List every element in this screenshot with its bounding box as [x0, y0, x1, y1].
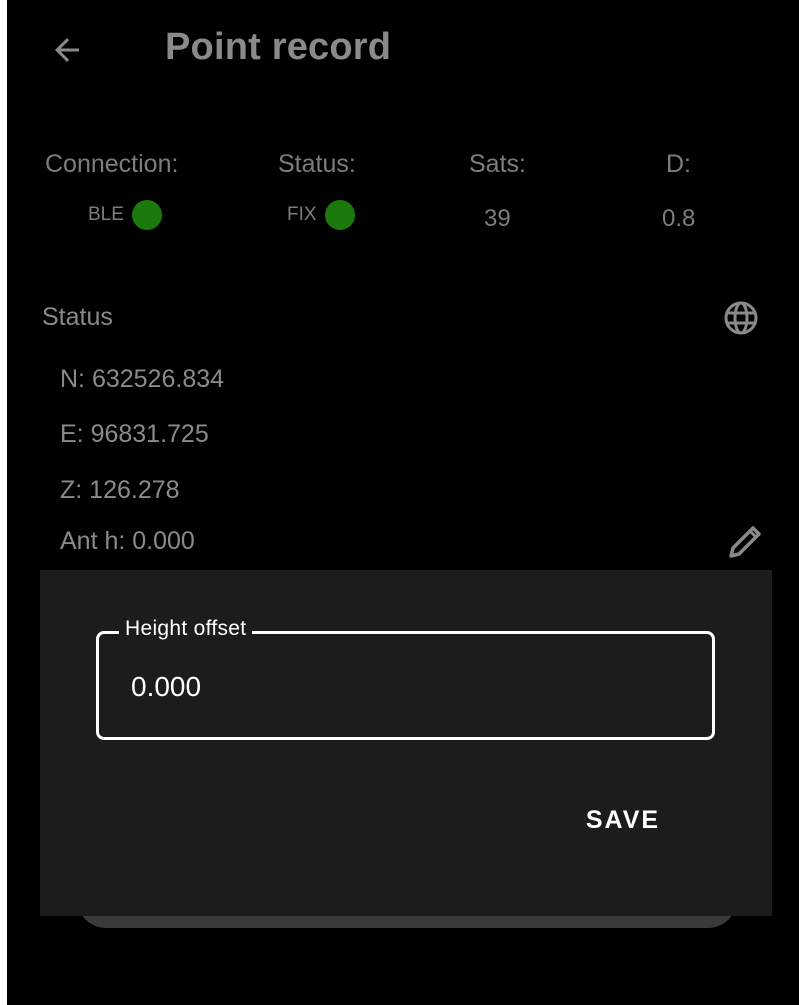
status-label: Status:: [278, 150, 356, 178]
northing-value: N: 632526.834: [60, 365, 225, 393]
sats-value: 39: [484, 205, 511, 232]
pencil-icon: [729, 526, 761, 558]
app-screen: Point record Connection: Status: Sats: D…: [7, 0, 799, 1005]
height-offset-input[interactable]: [131, 667, 671, 707]
d-label: D:: [666, 150, 691, 178]
fix-status-indicator: [324, 200, 355, 230]
d-value: 0.8: [662, 205, 696, 232]
edit-antenna-height-button[interactable]: [723, 520, 767, 564]
connection-label: Connection:: [45, 150, 179, 178]
fix-status-value: FIX: [287, 200, 355, 230]
sats-label: Sats:: [469, 150, 526, 178]
globe-button[interactable]: [721, 298, 761, 338]
arrow-left-icon: [55, 38, 79, 62]
height-offset-label: Height offset: [119, 617, 253, 641]
connection-value: BLE: [88, 200, 162, 230]
height-offset-field: Height offset: [96, 617, 715, 740]
connection-indicator: [131, 200, 162, 230]
fix-status-text: FIX: [287, 204, 317, 225]
antenna-height-value: Ant h: 0.000: [60, 527, 195, 555]
page-title: Point record: [165, 26, 392, 68]
easting-value: E: 96831.725: [60, 420, 209, 448]
elevation-value: Z: 126.278: [60, 476, 180, 504]
connection-type: BLE: [88, 204, 124, 225]
height-offset-dialog: Height offset SAVE: [40, 570, 772, 916]
back-button[interactable]: [45, 28, 89, 72]
app-bar: Point record: [7, 0, 799, 100]
status-section-title: Status: [42, 303, 113, 331]
save-button[interactable]: SAVE: [568, 798, 678, 842]
globe-icon: [724, 301, 758, 335]
